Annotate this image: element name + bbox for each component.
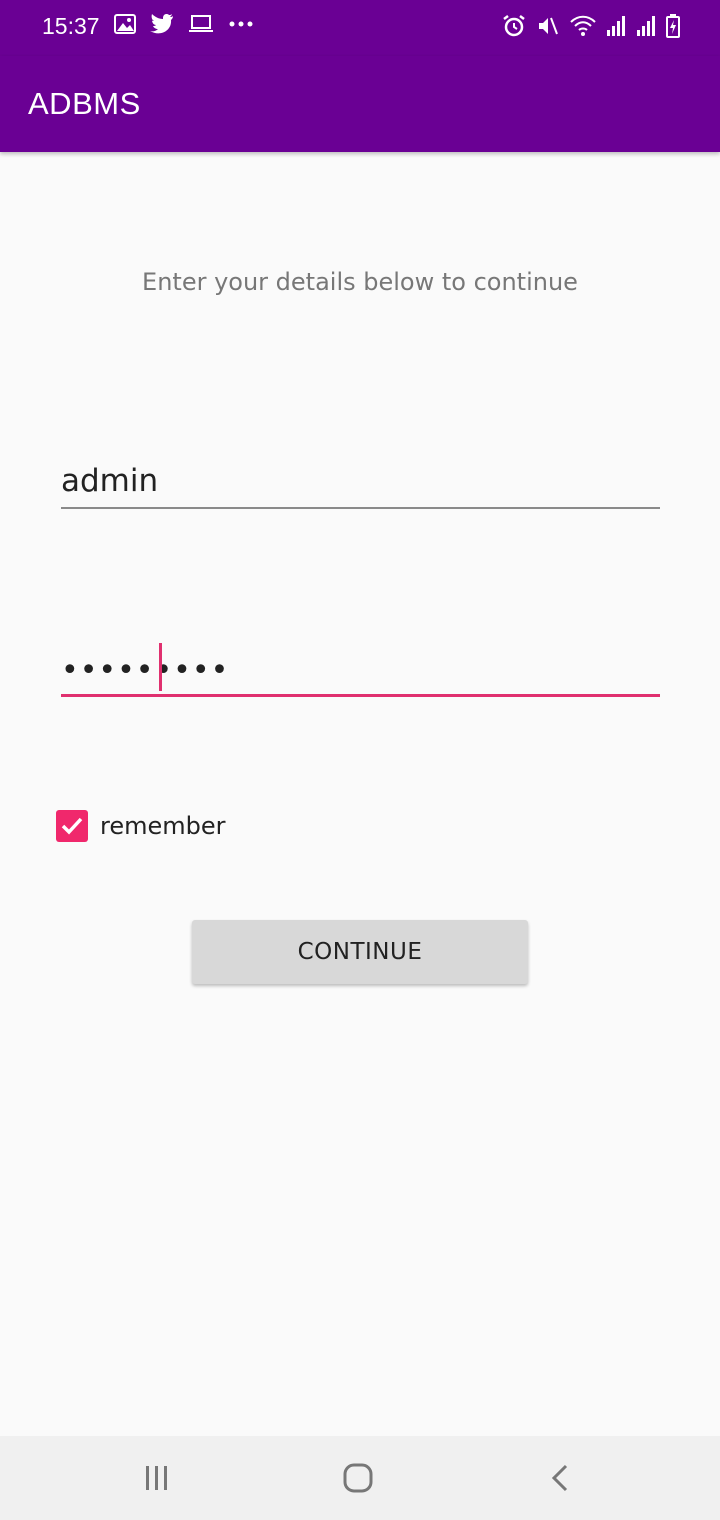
password-field[interactable]: ••••••••• — [61, 640, 660, 697]
wifi-icon — [570, 15, 596, 37]
remember-label: remember — [100, 812, 226, 840]
text-cursor — [159, 643, 162, 691]
mute-icon — [536, 14, 560, 38]
nav-bar — [0, 1436, 720, 1520]
image-icon — [114, 14, 136, 34]
recents-icon[interactable] — [135, 1458, 179, 1498]
back-icon[interactable] — [538, 1458, 582, 1498]
username-field[interactable]: admin — [61, 455, 660, 509]
continue-button[interactable]: CONTINUE — [192, 920, 528, 984]
remember-checkbox[interactable] — [56, 810, 88, 842]
app-title: ADBMS — [28, 86, 141, 121]
app-bar: ADBMS — [0, 56, 720, 152]
signal-icon — [636, 15, 656, 37]
checkmark-icon — [61, 817, 83, 835]
form-subtitle: Enter your details below to continue — [142, 268, 578, 296]
status-time: 15:37 — [42, 13, 100, 39]
password-value: ••••••••• — [61, 653, 230, 688]
remember-row[interactable]: remember — [56, 810, 226, 842]
alarm-icon — [502, 14, 526, 38]
more-dots-icon — [228, 20, 254, 28]
laptop-icon — [188, 14, 214, 34]
signal-icon — [606, 15, 626, 37]
status-bar: 15:37 — [0, 0, 720, 56]
home-icon[interactable] — [336, 1458, 380, 1498]
twitter-icon — [150, 14, 174, 34]
username-value: admin — [61, 463, 159, 499]
battery-icon — [666, 14, 680, 38]
